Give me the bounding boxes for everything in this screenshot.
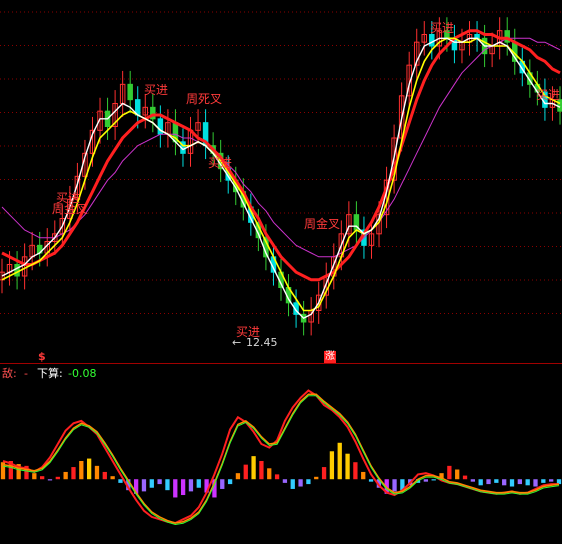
histogram-bar: [329, 451, 335, 480]
histogram-bar: [63, 471, 68, 480]
histogram-bar: [71, 467, 76, 480]
histogram-bar: [149, 479, 154, 488]
histogram-bar: [321, 467, 327, 480]
histogram-bar: [306, 479, 311, 485]
signal-week-cross-2: 周金叉: [304, 217, 341, 231]
histogram-bar: [32, 473, 37, 480]
indicator-line-b: [2, 393, 560, 524]
histogram-bar: [196, 479, 201, 488]
histogram-bar: [502, 479, 507, 486]
histogram-bar: [486, 479, 491, 485]
histogram-bar: [368, 479, 374, 482]
histogram-bar: [494, 479, 499, 483]
histogram-bar: [188, 479, 194, 492]
histogram-bar: [298, 479, 303, 487]
histogram-bar: [55, 476, 60, 480]
histogram-bar: [243, 464, 248, 480]
histogram-bar: [40, 476, 45, 480]
histogram-bar: [110, 476, 115, 480]
low-price-arrow: ←: [232, 336, 242, 349]
histogram-bar: [141, 479, 147, 492]
histogram-bar: [180, 479, 186, 496]
histogram-bar: [274, 474, 280, 480]
histogram-bar: [79, 461, 84, 480]
histogram-bar: [470, 479, 476, 482]
histogram-bar: [455, 469, 460, 480]
histogram-bar: [509, 479, 515, 487]
signal-buy-4: 买进: [430, 21, 455, 35]
histogram-bar: [345, 453, 350, 480]
indicator-name: 下算:: [37, 367, 63, 380]
dollar-marker: $: [38, 350, 46, 363]
histogram-bar: [118, 479, 123, 483]
histogram-bar: [165, 479, 170, 491]
histogram-bar: [251, 456, 256, 480]
candle-body: [127, 83, 133, 101]
histogram-bar: [227, 479, 233, 485]
indicator-line-c: [2, 395, 560, 526]
histogram-bar: [462, 475, 468, 480]
panel-divider: [0, 363, 562, 364]
histogram-bar: [173, 479, 178, 498]
histogram-bar: [47, 479, 53, 481]
candlestick-chart[interactable]: [0, 0, 562, 360]
histogram-bar: [235, 473, 241, 480]
histogram-bar: [314, 476, 319, 480]
indicator-left-label: 敌:: [2, 367, 17, 380]
signal-buy-3: 买进: [208, 156, 233, 170]
candle-body: [14, 264, 20, 277]
signal-week-cross-1: 周金叉: [52, 202, 89, 216]
histogram-bar: [353, 462, 358, 480]
histogram-bar: [541, 479, 546, 483]
indicator-dash: -: [24, 367, 28, 380]
chart-stage: 买进 周金叉 买进 周死叉 买进 买进 周金叉 买进 买进 ← 12.45 $ …: [0, 0, 562, 544]
histogram-bar: [431, 479, 436, 481]
candle-body: [429, 34, 435, 47]
histogram-bar: [549, 479, 554, 482]
histogram-bar: [423, 479, 429, 482]
histogram-bar: [157, 479, 162, 485]
histogram-bar: [282, 479, 288, 483]
histogram-bar: [94, 465, 100, 480]
histogram-bar: [533, 479, 538, 487]
histogram-bar: [525, 479, 530, 486]
histogram-bar: [392, 479, 397, 492]
signal-buy-2: 买进: [144, 83, 169, 97]
histogram-bar: [290, 479, 295, 489]
histogram-bar: [478, 479, 483, 486]
histogram-bar: [517, 479, 522, 485]
histogram-bar: [267, 468, 272, 480]
ma-long-line: [1, 37, 561, 258]
histogram-bar: [102, 471, 107, 480]
indicator-value: -0.08: [68, 367, 97, 380]
low-price-label: 12.45: [246, 336, 278, 349]
histogram-bar: [337, 442, 342, 480]
histogram-bar: [220, 479, 225, 489]
histogram-bar: [86, 458, 92, 480]
histogram-bar: [447, 465, 452, 480]
signal-buy-5: 买进: [536, 88, 561, 102]
histogram-bar: [361, 471, 366, 480]
indicator-line-a: [2, 389, 559, 525]
signal-week-dead: 周死叉: [186, 92, 223, 106]
indicator-chart[interactable]: [0, 366, 562, 544]
zhang-marker: 涨: [324, 351, 336, 363]
histogram-bar: [259, 461, 264, 480]
